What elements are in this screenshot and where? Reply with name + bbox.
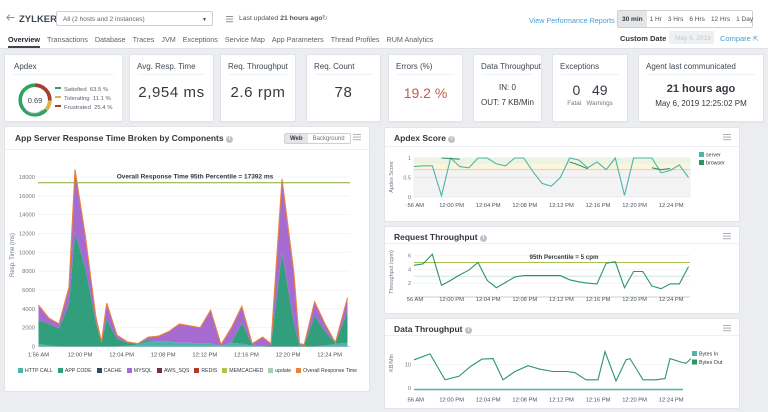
svg-text:12:20 PM: 12:20 PM <box>276 353 301 359</box>
svg-text:0.5: 0.5 <box>403 176 411 182</box>
svg-text:18000: 18000 <box>19 175 35 181</box>
svg-text:Apdex Score: Apdex Score <box>389 161 395 193</box>
svg-text::56 AM: :56 AM <box>406 203 424 209</box>
svg-text:0: 0 <box>408 195 411 201</box>
svg-text:12:16 PM: 12:16 PM <box>586 297 611 303</box>
svg-text:Bytes Out: Bytes Out <box>699 360 723 366</box>
svg-text:0: 0 <box>32 345 35 351</box>
svg-text:12:04 PM: 12:04 PM <box>109 353 134 359</box>
svg-text:8000: 8000 <box>22 269 35 275</box>
svg-text:server: server <box>706 153 721 159</box>
svg-text:12:20 PM: 12:20 PM <box>622 203 647 209</box>
svg-text:12:08 PM: 12:08 PM <box>512 297 537 303</box>
svg-text:4000: 4000 <box>22 307 35 313</box>
svg-text:56 AM: 56 AM <box>407 297 424 303</box>
svg-text:12:08 PM: 12:08 PM <box>512 203 537 209</box>
svg-text:1: 1 <box>408 156 411 162</box>
svg-text:12:00 PM: 12:00 PM <box>439 398 464 404</box>
svg-text::56 AM: :56 AM <box>406 398 424 404</box>
svg-text:4: 4 <box>408 267 411 273</box>
svg-text:6: 6 <box>408 254 411 260</box>
svg-text:Overall Response Time 95th Per: Overall Response Time 95th Percentile = … <box>117 174 274 181</box>
svg-text:12:24 PM: 12:24 PM <box>659 203 684 209</box>
svg-text:12:04 PM: 12:04 PM <box>476 297 501 303</box>
svg-text:12:08 PM: 12:08 PM <box>151 353 176 359</box>
svg-text:12:12 PM: 12:12 PM <box>549 398 574 404</box>
svg-text:2: 2 <box>408 281 411 287</box>
svg-text:6000: 6000 <box>22 288 35 294</box>
svg-text:Resp. Time (ms): Resp. Time (ms) <box>10 233 16 277</box>
svg-text:10: 10 <box>405 363 411 369</box>
svg-text:12000: 12000 <box>19 231 35 237</box>
svg-text:14000: 14000 <box>19 213 35 219</box>
svg-text:browser: browser <box>706 161 725 167</box>
svg-text:Throughput (cpm): Throughput (cpm) <box>389 250 395 294</box>
svg-text:12:20 PM: 12:20 PM <box>622 398 647 404</box>
svg-text:1:56 AM: 1:56 AM <box>28 353 49 359</box>
svg-text:16000: 16000 <box>19 194 35 200</box>
svg-text:12:08 PM: 12:08 PM <box>512 398 537 404</box>
svg-text:12:12 PM: 12:12 PM <box>549 203 574 209</box>
svg-text:12:16 PM: 12:16 PM <box>586 398 611 404</box>
svg-text:12:04 PM: 12:04 PM <box>476 398 501 404</box>
svg-text:95th Percentile = 5 cpm: 95th Percentile = 5 cpm <box>530 254 599 261</box>
svg-text:10000: 10000 <box>19 250 35 256</box>
svg-text:12:20 PM: 12:20 PM <box>622 297 647 303</box>
svg-text:0.69: 0.69 <box>28 96 43 105</box>
svg-text:12:16 PM: 12:16 PM <box>586 203 611 209</box>
svg-text:0: 0 <box>408 386 411 392</box>
svg-text:12:00 PM: 12:00 PM <box>68 353 93 359</box>
svg-text:12:12 PM: 12:12 PM <box>549 297 574 303</box>
svg-text:12:04 PM: 12:04 PM <box>476 203 501 209</box>
svg-text:12:24 PM: 12:24 PM <box>659 297 684 303</box>
svg-text:12:24 PM: 12:24 PM <box>317 353 342 359</box>
svg-text:KB/Min: KB/Min <box>389 354 395 372</box>
svg-text:2000: 2000 <box>22 326 35 332</box>
svg-text:12:00 PM: 12:00 PM <box>439 297 464 303</box>
svg-text:12:00 PM: 12:00 PM <box>439 203 464 209</box>
svg-text:12:12 PM: 12:12 PM <box>192 353 217 359</box>
svg-text:12:16 PM: 12:16 PM <box>234 353 259 359</box>
svg-text:Bytes In: Bytes In <box>699 352 718 358</box>
svg-text:12:24 PM: 12:24 PM <box>659 398 684 404</box>
